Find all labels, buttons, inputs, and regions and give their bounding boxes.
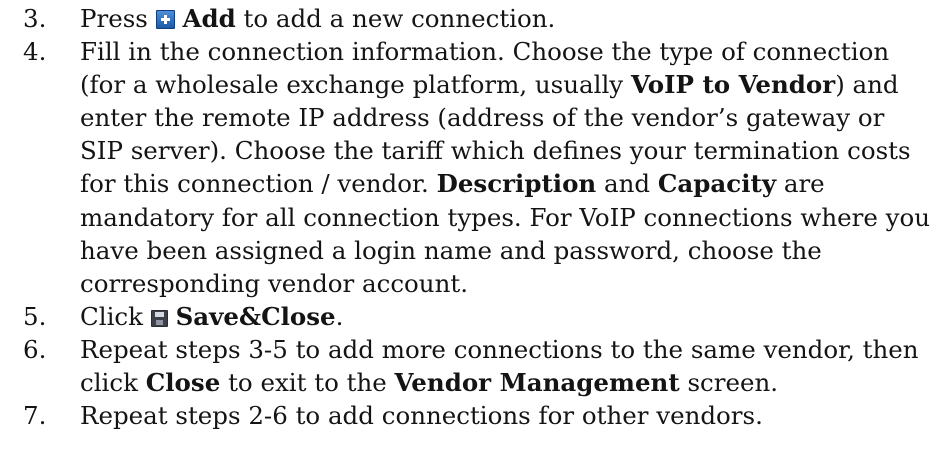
- step-4: 4. Fill in the connection information. C…: [0, 35, 939, 300]
- step-number: 5.: [23, 301, 47, 331]
- step-text: Repeat steps 2-6 to add connections for …: [80, 401, 763, 431]
- step-text: to add a new connection.: [235, 4, 556, 33]
- close-label: Close: [145, 368, 221, 398]
- step-text: screen.: [679, 368, 779, 398]
- step-3: 3. Press Add to add a new connection.: [0, 2, 939, 35]
- step-number: 4.: [23, 37, 47, 67]
- step-text: Press: [80, 4, 156, 33]
- instruction-list: 3. Press Add to add a new connection. 4.…: [0, 0, 939, 469]
- voip-to-vendor-label: VoIP to Vendor: [630, 70, 836, 100]
- step-7: 7. Repeat steps 2-6 to add connections f…: [0, 399, 939, 432]
- step-text: .: [335, 301, 344, 331]
- step-text: and: [596, 169, 658, 199]
- vendor-management-label: Vendor Management: [394, 368, 680, 398]
- add-plus-icon: [155, 10, 175, 29]
- step-text: Click: [80, 301, 151, 331]
- step-text: to exit to the: [220, 368, 395, 398]
- step-6: 6. Repeat steps 3-5 to add more connecti…: [0, 333, 939, 399]
- save-close-label: Save&Close: [175, 301, 336, 331]
- save-disk-icon: [150, 309, 168, 327]
- step-5: 5. Click Save&Close.: [0, 300, 939, 333]
- step-number: 7.: [23, 401, 47, 431]
- step-number: 6.: [23, 334, 47, 364]
- step-number: 3.: [23, 4, 47, 33]
- capacity-label: Capacity: [657, 169, 777, 199]
- description-label: Description: [436, 169, 597, 199]
- add-button-label: Add: [182, 4, 236, 33]
